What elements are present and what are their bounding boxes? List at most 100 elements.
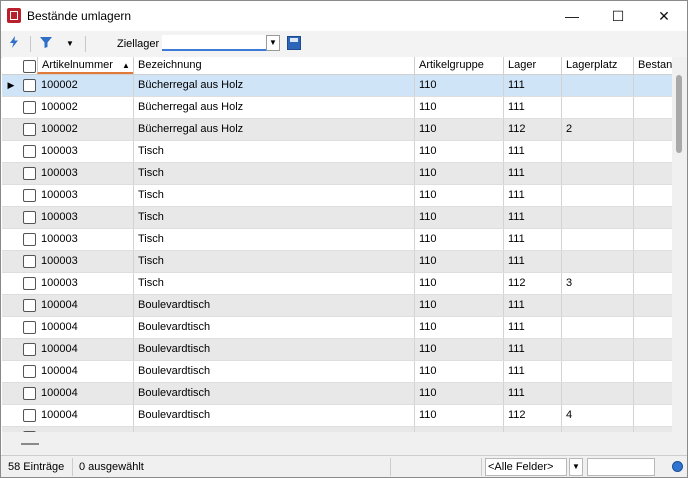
chevron-down-icon: ▼ <box>572 462 580 471</box>
row-checkbox[interactable] <box>23 343 36 356</box>
execute-lightning-button[interactable] <box>5 35 23 53</box>
table-row[interactable]: 100004 Boulevardtisch 110 111 <box>2 317 672 339</box>
cell-artikelgruppe: 110 <box>414 317 503 338</box>
column-header-bezeichnung[interactable]: Bezeichnung <box>133 57 414 74</box>
cell-bestand <box>633 141 672 162</box>
cell-lager: 111 <box>503 207 561 228</box>
column-header-artikelgruppe[interactable]: Artikelgruppe <box>414 57 503 74</box>
toolbar: ▼ Ziellager ▼ <box>1 31 687 58</box>
row-checkbox[interactable] <box>23 299 36 312</box>
table-row[interactable]: 100003 Tisch 110 111 <box>2 229 672 251</box>
table-row[interactable]: ▶ 100002 Bücherregal aus Holz 110 111 <box>2 75 672 97</box>
cell-artikelnummer: 100002 <box>41 123 78 135</box>
horizontal-scroll-thumb[interactable] <box>21 443 39 445</box>
table-row[interactable]: 100004 Boulevardtisch 110 111 <box>2 383 672 405</box>
ziellager-input[interactable] <box>162 35 266 51</box>
ziellager-label: Ziellager <box>117 38 160 50</box>
table-row[interactable]: 100003 Tisch 110 112 3 <box>2 273 672 295</box>
ziellager-dropdown-button[interactable]: ▼ <box>266 35 280 51</box>
cell-lager: 111 <box>503 361 561 382</box>
row-indicator <box>2 163 20 184</box>
cell-lagerplatz <box>561 163 633 184</box>
cell-bezeichnung: Boulevardtisch <box>133 405 414 426</box>
cell-bestand <box>633 251 672 272</box>
cell-bestand <box>633 75 672 96</box>
cell-lager: 111 <box>503 185 561 206</box>
row-checkbox[interactable] <box>23 277 36 290</box>
cell-bezeichnung: Tisch <box>133 141 414 162</box>
column-header-lager[interactable]: Lager <box>503 57 561 74</box>
cell-bezeichnung: Tisch <box>133 163 414 184</box>
row-checkbox[interactable] <box>23 79 36 92</box>
table-row[interactable]: 100004 Boulevardtisch 110 111 <box>2 339 672 361</box>
table-row[interactable]: 100003 Tisch 110 111 <box>2 207 672 229</box>
cell-lagerplatz <box>561 185 633 206</box>
field-filter-dropdown-button[interactable]: ▼ <box>569 458 583 476</box>
cell-lager: 111 <box>503 163 561 184</box>
row-checkbox[interactable] <box>23 365 36 378</box>
globe-icon[interactable] <box>672 461 683 472</box>
table-row[interactable]: 100003 Tisch 110 111 <box>2 141 672 163</box>
table-row[interactable]: 100002 Bücherregal aus Holz 110 111 <box>2 97 672 119</box>
row-indicator <box>2 97 20 118</box>
save-icon[interactable] <box>287 36 301 50</box>
cell-lagerplatz <box>561 141 633 162</box>
column-header-artikelnummer[interactable]: Artikelnummer ▲ <box>37 57 133 74</box>
cell-artikelgruppe: 110 <box>414 229 503 250</box>
cell-lager: 111 <box>503 317 561 338</box>
filter-button[interactable] <box>37 35 55 53</box>
filter-dropdown-button[interactable]: ▼ <box>64 35 76 53</box>
column-header-lagerplatz[interactable]: Lagerplatz <box>561 57 633 74</box>
row-checkbox[interactable] <box>23 145 36 158</box>
row-checkbox[interactable] <box>23 409 36 422</box>
filter-icon <box>40 37 52 48</box>
row-checkbox[interactable] <box>23 387 36 400</box>
table-row[interactable]: 100003 Tisch 110 111 <box>2 251 672 273</box>
cell-bestand <box>633 295 672 316</box>
row-indicator <box>2 383 20 404</box>
cell-artikelgruppe: 110 <box>414 405 503 426</box>
cell-lagerplatz <box>561 295 633 316</box>
row-checkbox[interactable] <box>23 233 36 246</box>
minimize-button[interactable]: — <box>549 1 595 31</box>
row-checkbox[interactable] <box>23 123 36 136</box>
row-checkbox[interactable] <box>23 167 36 180</box>
cell-lagerplatz <box>561 317 633 338</box>
cell-lagerplatz: 2 <box>561 119 633 140</box>
row-checkbox[interactable] <box>23 321 36 334</box>
search-input[interactable] <box>587 458 655 476</box>
cell-artikelgruppe: 110 <box>414 75 503 96</box>
table-row[interactable]: 100003 Tisch 110 111 <box>2 163 672 185</box>
maximize-button[interactable]: ☐ <box>595 1 641 31</box>
record-count: 58 Einträge <box>8 461 65 473</box>
window-title: Bestände umlagern <box>27 9 132 23</box>
table-row[interactable]: 100004 Boulevardtisch 110 112 4 <box>2 405 672 427</box>
cell-bezeichnung: Bücherregal aus Holz <box>133 119 414 140</box>
cell-bezeichnung: Bücherregal aus Holz <box>133 97 414 118</box>
row-checkbox[interactable] <box>23 189 36 202</box>
toolbar-separator <box>85 36 86 52</box>
table-row[interactable]: 100002 Bücherregal aus Holz 110 112 2 <box>2 119 672 141</box>
row-checkbox[interactable] <box>23 101 36 114</box>
column-header-bestand[interactable]: Bestand <box>633 57 672 74</box>
row-checkbox[interactable] <box>23 255 36 268</box>
cell-lager: 111 <box>503 141 561 162</box>
cell-lagerplatz <box>561 361 633 382</box>
cell-bestand <box>633 97 672 118</box>
table-row[interactable]: 100004 Boulevardtisch 110 111 <box>2 295 672 317</box>
table-row[interactable]: 100003 Tisch 110 111 <box>2 185 672 207</box>
cell-bezeichnung: Boulevardtisch <box>133 383 414 404</box>
table-row[interactable]: 100004 Boulevardtisch 110 111 <box>2 361 672 383</box>
row-checkbox[interactable] <box>23 211 36 224</box>
select-all-checkbox[interactable] <box>23 60 36 73</box>
cell-bestand <box>633 339 672 360</box>
field-filter-select[interactable]: <Alle Felder> <box>485 458 567 476</box>
vertical-scroll-thumb[interactable] <box>676 75 682 153</box>
cell-bezeichnung: Tisch <box>133 251 414 272</box>
status-separator <box>72 458 73 476</box>
cell-bestand <box>633 361 672 382</box>
cell-bestand <box>633 163 672 184</box>
close-button[interactable]: ✕ <box>641 1 687 31</box>
vertical-scrollbar[interactable] <box>672 57 687 432</box>
horizontal-scrollbar[interactable] <box>2 432 687 455</box>
